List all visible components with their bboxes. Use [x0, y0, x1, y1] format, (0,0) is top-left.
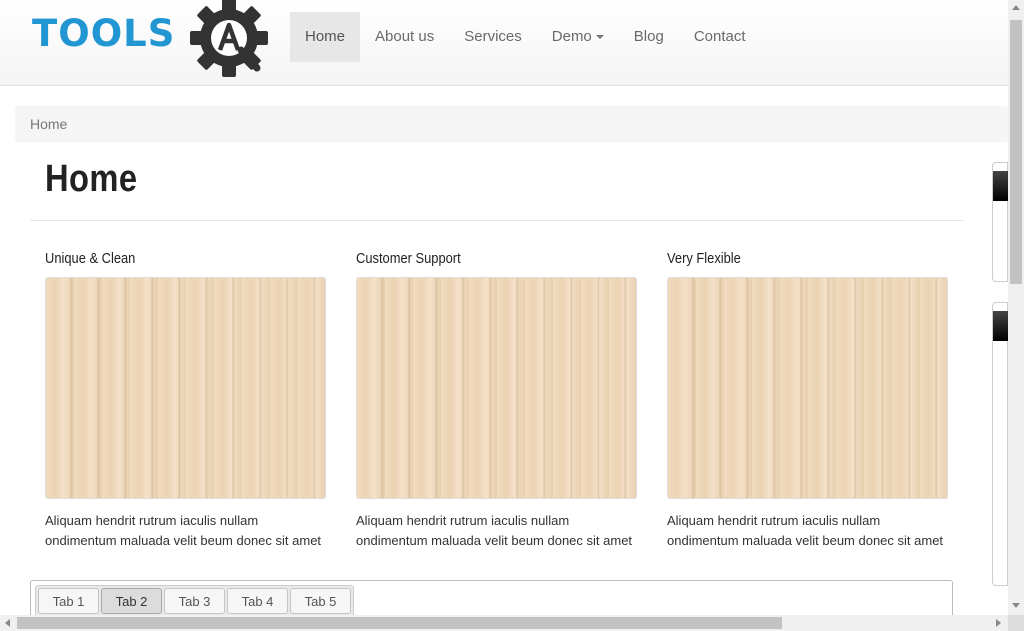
breadcrumb-current: Home — [30, 116, 68, 132]
nav-blog[interactable]: Blog — [619, 12, 679, 62]
title-divider — [30, 220, 964, 221]
nav-services[interactable]: Services — [449, 12, 537, 62]
gear-logo-icon — [190, 0, 268, 77]
side-widget[interactable] — [992, 162, 1009, 282]
nav-blog-label: Blog — [633, 28, 664, 45]
nav-about-us[interactable]: About us — [360, 12, 449, 62]
feature-heading: Very Flexible — [667, 250, 741, 267]
tabs-widget: Tab 1 Tab 2 Tab 3 Tab 4 Tab 5 — [30, 580, 953, 620]
tab-2[interactable]: Tab 2 — [101, 588, 162, 614]
nav-home-label: Home — [305, 28, 346, 45]
page-title: Home — [45, 158, 138, 200]
scrollbar-corner — [1008, 615, 1024, 631]
site-header: TOOLS Home About us Services Demo Blog C… — [0, 0, 1008, 86]
feature-text: Aliquam hendrit rutrum iaculis nullam on… — [667, 513, 944, 548]
logo-text: TOOLS — [32, 12, 176, 55]
horizontal-scroll-thumb[interactable] — [17, 617, 782, 629]
nav-demo-dropdown[interactable]: Demo — [537, 12, 619, 62]
tab-5[interactable]: Tab 5 — [290, 588, 351, 614]
nav-contact[interactable]: Contact — [679, 12, 761, 62]
feature-column: Customer Support Aliquam hendrit rutrum … — [356, 250, 638, 551]
breadcrumb: Home — [15, 106, 1008, 142]
feature-heading: Unique & Clean — [45, 250, 136, 267]
scroll-left-icon[interactable] — [5, 619, 10, 627]
horizontal-scrollbar[interactable] — [0, 615, 1008, 631]
side-widget-band — [993, 311, 1009, 341]
vertical-scroll-thumb[interactable] — [1010, 20, 1022, 284]
scroll-right-icon[interactable] — [996, 619, 1001, 627]
scroll-down-icon[interactable] — [1012, 603, 1020, 608]
nav-services-label: Services — [464, 28, 522, 45]
main-nav: Home About us Services Demo Blog Contact — [290, 12, 761, 62]
tab-bar: Tab 1 Tab 2 Tab 3 Tab 4 Tab 5 — [35, 585, 354, 617]
feature-heading: Customer Support — [356, 250, 461, 267]
nav-demo-label: Demo — [551, 28, 592, 45]
site-logo[interactable]: TOOLS — [32, 0, 282, 80]
scroll-up-icon[interactable] — [1012, 5, 1020, 10]
feature-column: Unique & Clean Aliquam hendrit rutrum ia… — [45, 250, 327, 551]
feature-text: Aliquam hendrit rutrum iaculis nullam on… — [45, 513, 322, 548]
feature-column: Very Flexible Aliquam hendrit rutrum iac… — [667, 250, 949, 551]
side-widget[interactable] — [992, 302, 1009, 586]
tab-4[interactable]: Tab 4 — [227, 588, 288, 614]
tab-3[interactable]: Tab 3 — [164, 588, 225, 614]
side-widget-band — [993, 171, 1009, 201]
nav-home[interactable]: Home — [290, 12, 361, 62]
feature-text: Aliquam hendrit rutrum iaculis nullam on… — [356, 513, 633, 548]
nav-contact-label: Contact — [693, 28, 746, 45]
vertical-scrollbar[interactable] — [1008, 0, 1024, 615]
nav-about-us-label: About us — [375, 28, 435, 45]
caret-down-icon — [595, 35, 604, 40]
wood-image — [45, 277, 326, 499]
wood-image — [667, 277, 948, 499]
wood-image — [356, 277, 637, 499]
tab-1[interactable]: Tab 1 — [38, 588, 99, 614]
